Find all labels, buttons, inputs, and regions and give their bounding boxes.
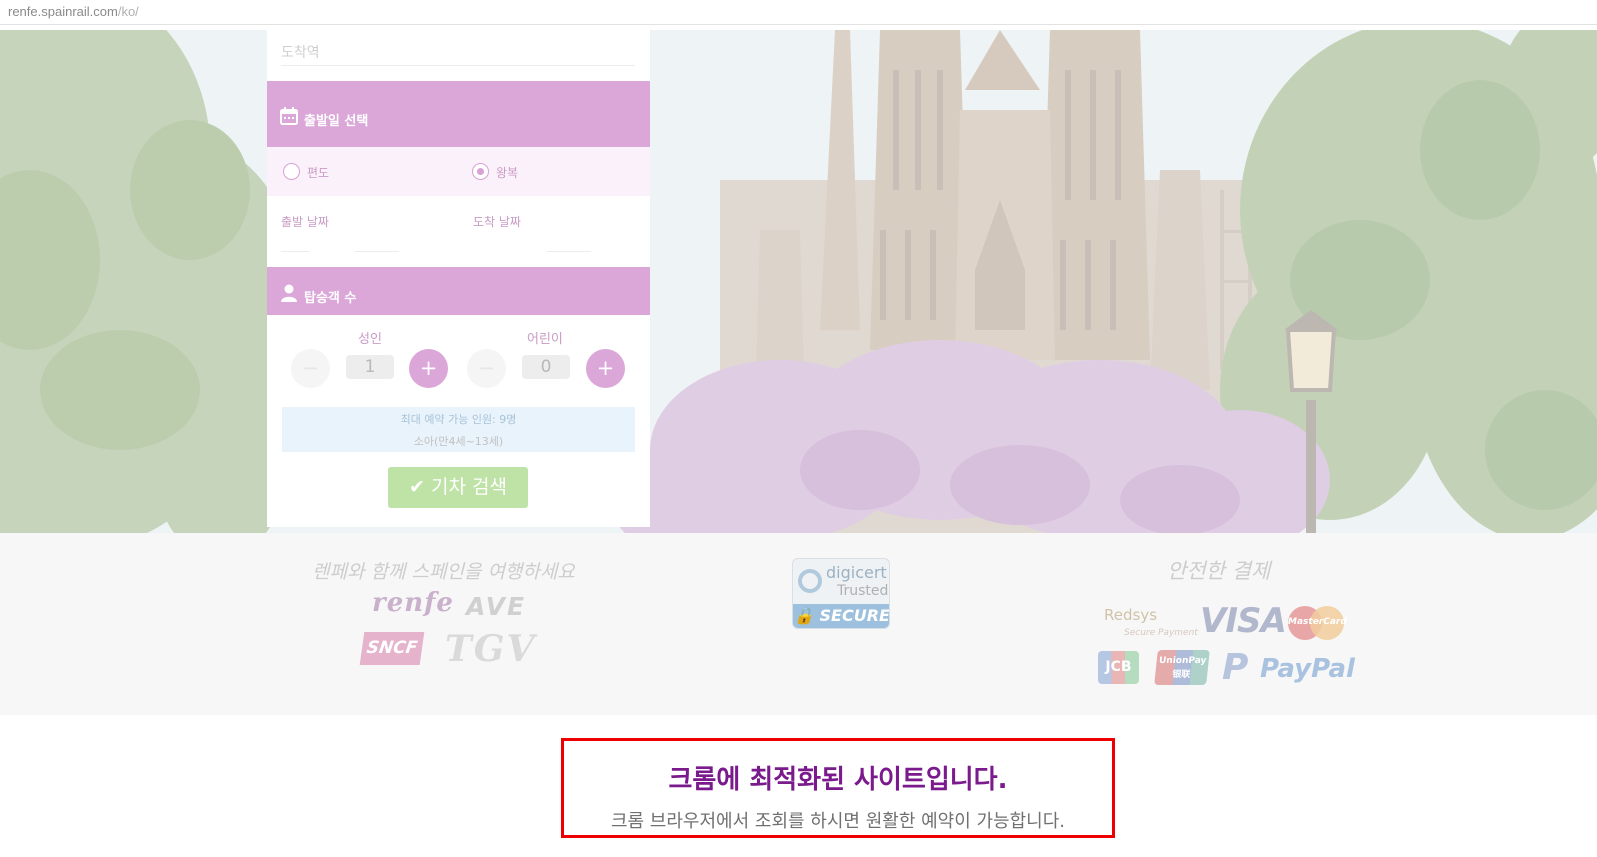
url-host: renfe.spainrail.com: [8, 4, 118, 19]
renfe-logo: renfe: [372, 588, 454, 618]
person-icon: [281, 284, 297, 302]
unionpay-logo: UnionPay 银联: [1154, 650, 1210, 685]
departure-date-label: 출발 날짜: [281, 215, 329, 229]
travel-slogan: 렌페와 함께 스페인을 여행하세요: [312, 561, 575, 583]
children-label: 어린이: [527, 332, 563, 347]
train-search-button[interactable]: ✔ 기차 검색: [388, 467, 528, 508]
visa-logo: VISA: [1200, 601, 1287, 641]
notice-title: 크롬에 최적화된 사이트입니다.: [668, 765, 1008, 795]
ave-logo: AVE: [466, 592, 527, 621]
children-decrease-button[interactable]: −: [467, 349, 506, 388]
url-path: /ko/: [117, 4, 139, 19]
address-bar[interactable]: renfe.spainrail.com/ko/: [0, 0, 1597, 25]
date-section-header: 출발일 선택: [267, 81, 650, 147]
max-passengers-text: 최대 예약 가능 인원: 9명: [400, 413, 517, 426]
passenger-section-header: 탑승객 수: [267, 267, 650, 315]
destination-station-input[interactable]: 도착역: [281, 40, 635, 66]
date-section-title: 출발일 선택: [304, 114, 369, 129]
redsys-subtitle: Secure Payment: [1124, 628, 1198, 638]
adults-increase-button[interactable]: +: [409, 349, 448, 388]
mastercard-logo: MasterCard: [1288, 606, 1347, 640]
children-increase-button[interactable]: +: [586, 349, 625, 388]
digicert-name: digicert: [826, 563, 887, 582]
notice-subtitle: 크롬 브라우저에서 조회를 하시면 원활한 예약이 가능합니다.: [610, 811, 1066, 832]
minus-icon: −: [301, 356, 320, 380]
trip-type-row: 편도 왕복: [267, 147, 650, 196]
partners-strip: 렌페와 함께 스페인을 여행하세요 renfe AVE SNCF TGV dig…: [0, 533, 1597, 715]
hero-background-image: [0, 30, 1597, 533]
digicert-trusted: Trusted: [837, 583, 889, 599]
minus-icon: −: [477, 356, 496, 380]
sncf-logo: SNCF: [359, 632, 425, 665]
departure-date-field-part[interactable]: [355, 251, 399, 252]
child-age-text: 소아(만4세~13세): [413, 435, 504, 448]
jcb-logo: JCB: [1098, 651, 1139, 684]
adults-decrease-button[interactable]: −: [291, 349, 330, 388]
paypal-mark-icon: P: [1222, 647, 1249, 688]
plus-icon: +: [596, 356, 615, 380]
round-trip-label: 왕복: [496, 166, 519, 180]
digicert-secure-band: 🔒 SECURE: [793, 604, 889, 628]
adults-label: 성인: [358, 332, 382, 347]
secure-payment-title: 안전한 결제: [1167, 559, 1271, 583]
booking-panel: 도착역 출발일 선택 편도 왕복 출발 날짜 도착 날짜 탑승객 수 성인 어린…: [267, 30, 650, 527]
tgv-logo: TGV: [445, 628, 537, 670]
calendar-icon: [280, 107, 298, 125]
children-count: 0: [522, 355, 570, 379]
mastercard-text: MasterCard: [1288, 617, 1347, 627]
arrival-date-label: 도착 날짜: [473, 215, 521, 229]
sagrada-familia-photo: [0, 30, 1597, 533]
radio-circle[interactable]: [283, 163, 300, 180]
one-way-radio[interactable]: 편도: [283, 163, 353, 181]
passenger-section-title: 탑승객 수: [304, 291, 357, 306]
passenger-info-box: 최대 예약 가능 인원: 9명 소아(만4세~13세): [282, 407, 635, 452]
paypal-logo: PayPal: [1260, 654, 1355, 684]
radio-circle-selected[interactable]: [472, 163, 489, 180]
adults-count: 1: [346, 355, 394, 379]
round-trip-radio[interactable]: 왕복: [472, 163, 542, 181]
one-way-label: 편도: [307, 166, 330, 180]
digicert-ring-icon: [798, 569, 822, 593]
chrome-recommendation-notice: 크롬에 최적화된 사이트입니다. 크롬 브라우저에서 조회를 하시면 원활한 예…: [561, 738, 1115, 838]
departure-date-field[interactable]: [281, 251, 309, 252]
arrival-date-field[interactable]: [547, 251, 591, 252]
plus-icon: +: [419, 356, 438, 380]
digicert-trusted-badge[interactable]: digicert Trusted 🔒 SECURE: [792, 558, 890, 629]
redsys-logo: Redsys: [1104, 606, 1158, 624]
url-text[interactable]: renfe.spainrail.com/ko/: [8, 4, 139, 19]
